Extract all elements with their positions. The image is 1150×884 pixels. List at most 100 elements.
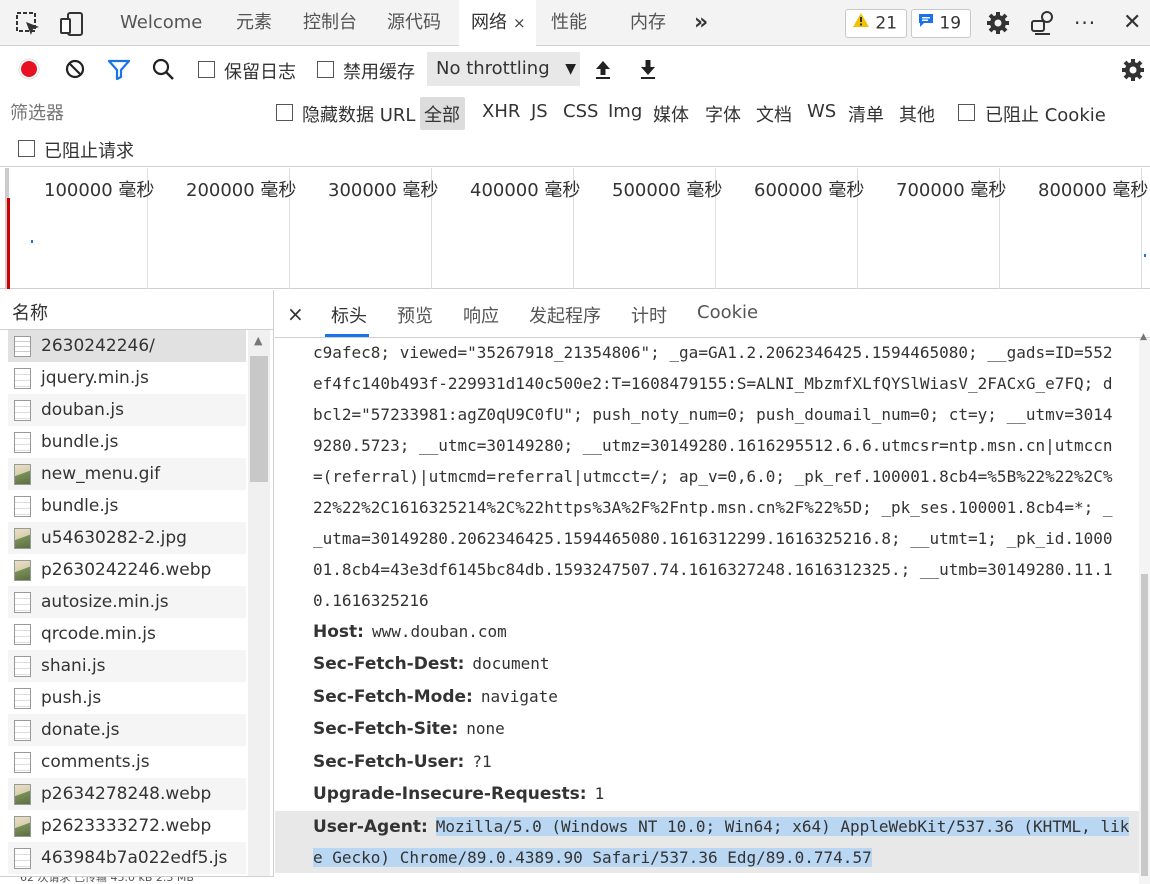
scrollbar-thumb[interactable] [1141, 574, 1148, 876]
close-devtools-icon[interactable]: ✕ [1123, 0, 1141, 46]
filter-type-all[interactable]: 全部 [424, 101, 460, 127]
request-name: jquery.min.js [41, 368, 149, 388]
request-name: bundle.js [41, 496, 119, 516]
inspect-element-icon[interactable] [14, 10, 42, 38]
request-row[interactable]: jquery.min.js [8, 362, 246, 394]
record-icon[interactable] [18, 58, 40, 80]
tab-sources[interactable]: 源代码 [387, 0, 441, 46]
name-column-header: 名称 [12, 303, 48, 324]
tab-elements[interactable]: 元素 [236, 0, 272, 46]
request-row[interactable]: p2634278248.webp [8, 778, 246, 810]
filter-type-media[interactable]: 媒体 [653, 101, 689, 127]
request-name: autosize.min.js [41, 592, 169, 612]
tab-cookies[interactable]: Cookie [697, 302, 758, 323]
preserve-log-checkbox[interactable] [198, 61, 215, 78]
header-sec-fetch-dest: Sec-Fetch-Dest: document [313, 654, 550, 674]
request-row[interactable]: bundle.js [8, 490, 246, 522]
request-row[interactable]: push.js [8, 682, 246, 714]
more-tabs-icon[interactable]: » [694, 0, 708, 46]
request-row[interactable]: 2630242246/ [8, 330, 246, 362]
details-scrollbar[interactable]: ▲ [1139, 332, 1150, 884]
tab-performance[interactable]: 性能 [551, 0, 587, 46]
blocked-requests-checkbox[interactable] [18, 140, 35, 157]
hide-data-url-checkbox[interactable] [276, 104, 293, 121]
blocked-cookies-checkbox[interactable] [958, 104, 975, 121]
request-row[interactable]: new_menu.gif [8, 458, 246, 490]
scroll-up-arrow-icon[interactable]: ▲ [1140, 332, 1147, 342]
request-row[interactable]: bundle.js [8, 426, 246, 458]
request-row[interactable]: douban.js [8, 394, 246, 426]
tab-label: 元素 [236, 12, 272, 33]
filter-type-ws[interactable]: WS [807, 101, 836, 122]
filter-type-js[interactable]: JS [531, 101, 548, 122]
timeline-tick-label: 400000 毫秒 [470, 180, 581, 201]
warnings-badge[interactable]: 21 [845, 9, 907, 38]
filter-type-manifest[interactable]: 清单 [848, 101, 884, 127]
script-icon [14, 848, 31, 869]
request-row[interactable]: qrcode.min.js [8, 618, 246, 650]
tab-console[interactable]: 控制台 [303, 0, 357, 46]
tab-initiator[interactable]: 发起程序 [529, 302, 601, 328]
tab-headers[interactable]: 标头 [331, 302, 367, 328]
cookie-header-value-line: _utma=30149280.2062346425.1594465080.161… [313, 529, 1113, 548]
request-name: donate.js [41, 720, 120, 740]
timeline-tick-label: 300000 毫秒 [328, 180, 439, 201]
request-row[interactable]: u54630282-2.jpg [8, 522, 246, 554]
clear-icon[interactable] [64, 58, 86, 80]
timeline-tick-label: 500000 毫秒 [612, 180, 723, 201]
tab-timing[interactable]: 计时 [631, 302, 667, 328]
filter-input[interactable] [10, 99, 256, 127]
request-row[interactable]: comments.js [8, 746, 246, 778]
import-har-icon[interactable] [592, 58, 614, 80]
image-icon [14, 784, 31, 805]
request-list-header[interactable]: 名称 [0, 290, 273, 330]
request-name: 2630242246/ [41, 336, 155, 356]
filter-type-font[interactable]: 字体 [705, 101, 741, 127]
device-emulation-icon[interactable] [58, 10, 86, 38]
export-har-icon[interactable] [637, 58, 659, 80]
request-row[interactable]: p2630242246.webp [8, 554, 246, 586]
request-row[interactable]: p2623333272.webp [8, 810, 246, 842]
tab-network[interactable]: 网络 × [459, 0, 536, 47]
request-name: u54630282-2.jpg [41, 528, 187, 548]
filter-type-xhr[interactable]: XHR [482, 101, 520, 122]
tab-memory[interactable]: 内存 [630, 0, 666, 46]
request-name: push.js [41, 688, 102, 708]
request-list-scrollbar[interactable]: ▲ ▼ [248, 330, 270, 884]
settings-gear-icon[interactable] [985, 10, 1011, 36]
header-user-agent: User-Agent: Mozilla/5.0 (Windows NT 10.0;… [313, 817, 1130, 837]
request-row[interactable]: donate.js [8, 714, 246, 746]
close-details-icon[interactable]: × [287, 302, 304, 326]
user-agent-value-selected: Mozilla/5.0 (Windows NT 10.0; Win64; x64… [435, 817, 1130, 836]
request-row[interactable]: 463984b7a022edf5.js [8, 842, 246, 874]
throttling-value: No throttling [436, 58, 550, 79]
timeline-overview[interactable]: 100000 毫秒 200000 毫秒 300000 毫秒 400000 毫秒 … [0, 168, 1150, 289]
messages-badge[interactable]: 19 [911, 9, 971, 38]
tab-welcome[interactable]: Welcome [120, 0, 202, 46]
scrollbar-thumb[interactable] [250, 356, 268, 482]
disable-cache-checkbox[interactable] [317, 61, 334, 78]
tab-preview[interactable]: 预览 [397, 302, 433, 328]
request-row[interactable]: shani.js [8, 650, 246, 682]
connection-icon[interactable] [1030, 10, 1056, 36]
more-options-icon[interactable]: ··· [1074, 0, 1096, 46]
filter-type-doc[interactable]: 文档 [756, 101, 792, 127]
scroll-up-arrow-icon[interactable]: ▲ [254, 334, 262, 347]
timeline-request-bar [31, 240, 33, 243]
request-row[interactable]: autosize.min.js [8, 586, 246, 618]
filter-type-other[interactable]: 其他 [899, 101, 935, 127]
search-icon[interactable] [152, 58, 176, 80]
throttling-select[interactable]: No throttling ▼ [427, 52, 580, 86]
filter-type-img[interactable]: Img [608, 101, 642, 122]
script-icon [14, 592, 31, 613]
close-tab-icon[interactable]: × [513, 14, 526, 32]
request-name: qrcode.min.js [41, 624, 156, 644]
tab-response[interactable]: 响应 [463, 302, 499, 328]
hide-data-url-label: 隐藏数据 URL [302, 105, 416, 126]
script-icon [14, 496, 31, 517]
filter-icon[interactable] [107, 58, 131, 80]
filter-type-css[interactable]: CSS [563, 101, 598, 122]
script-icon [14, 624, 31, 645]
image-icon [14, 464, 31, 485]
network-settings-gear-icon[interactable] [1120, 57, 1146, 83]
